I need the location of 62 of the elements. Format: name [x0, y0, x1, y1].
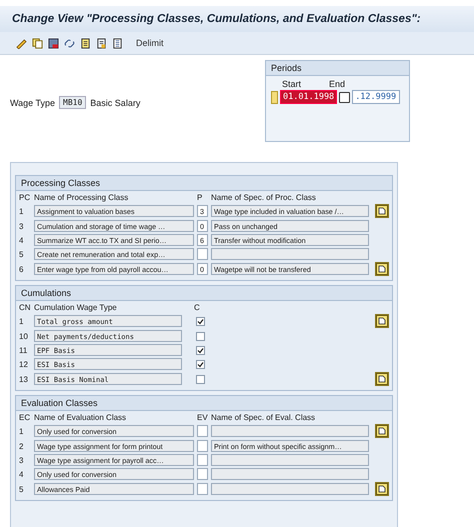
- document-icon[interactable]: [112, 38, 123, 48]
- checkbox[interactable]: [196, 374, 205, 384]
- column-header: EC: [19, 413, 31, 422]
- save-icon[interactable]: [48, 38, 59, 48]
- spec-code-field[interactable]: [197, 425, 208, 437]
- wage-type-field[interactable]: MB10: [59, 96, 86, 109]
- row-number: 10: [19, 332, 29, 340]
- section-title: Evaluation Classes: [16, 396, 392, 411]
- column-header: Cumulation Wage Type: [34, 303, 118, 312]
- page-down-icon[interactable]: [375, 262, 389, 276]
- column-header: C: [194, 303, 201, 312]
- section-title: Processing Classes: [16, 176, 392, 191]
- document-icon[interactable]: [96, 38, 107, 48]
- column-header: P: [197, 193, 204, 202]
- start-date-field[interactable]: 01.01.1998: [280, 90, 338, 104]
- row-number: 11: [19, 346, 28, 354]
- row-number: 5: [19, 484, 24, 494]
- end-label: End: [329, 79, 346, 89]
- spec-code-field[interactable]: [197, 248, 208, 260]
- row-number: 3: [19, 222, 24, 230]
- row-number: 5: [19, 250, 24, 258]
- spec-code-field[interactable]: [197, 440, 208, 452]
- calendar-icon[interactable]: [339, 92, 350, 102]
- checkbox[interactable]: [196, 332, 205, 340]
- column-header: PC: [19, 193, 31, 202]
- column-header: CN: [19, 303, 31, 312]
- row-number: 13: [19, 374, 29, 384]
- row-number: 1: [19, 316, 24, 326]
- row-number: 4: [19, 236, 24, 244]
- column-header: Name of Spec. of Eval. Class: [211, 413, 316, 422]
- checkbox[interactable]: [196, 360, 205, 368]
- row-number: 2: [19, 442, 24, 450]
- wage-type-text: Basic Salary: [90, 98, 140, 108]
- column-header: Name of Processing Class: [34, 193, 130, 202]
- row-number: 3: [19, 456, 24, 464]
- row-number: 12: [19, 360, 29, 368]
- spec-code-field[interactable]: [197, 483, 208, 495]
- row-number: 4: [19, 470, 24, 478]
- spec-code-field[interactable]: [197, 454, 208, 466]
- spec-code-field[interactable]: [197, 468, 208, 480]
- page-up-icon[interactable]: [375, 204, 389, 218]
- column-header: Name of Spec. of Proc. Class: [211, 193, 317, 202]
- checkbox[interactable]: [196, 316, 205, 326]
- page-down-icon[interactable]: [375, 482, 389, 496]
- row-number: 6: [19, 264, 24, 274]
- screen-title: Change View "Processing Classes, Cumulations, and Evaluation Classes":: [12, 13, 421, 25]
- row-number: 1: [19, 426, 24, 436]
- delimit-button[interactable]: Delimit: [136, 38, 164, 48]
- page-up-icon[interactable]: [375, 314, 389, 328]
- periods-title: Periods: [266, 61, 409, 76]
- end-date-field[interactable]: .12.9999: [352, 90, 400, 104]
- page-down-icon[interactable]: [375, 372, 389, 386]
- page-up-icon[interactable]: [375, 424, 389, 438]
- column-header: EV: [197, 413, 208, 422]
- section-title: Cumulations: [16, 286, 392, 301]
- row-number: 1: [19, 206, 24, 216]
- wage-type-label: Wage Type: [10, 98, 56, 108]
- checkbox[interactable]: [196, 346, 205, 354]
- start-label: Start: [282, 79, 302, 89]
- column-header: Name of Evaluation Class: [34, 413, 128, 422]
- copy-icon[interactable]: [32, 38, 43, 48]
- document-icon[interactable]: [80, 38, 91, 48]
